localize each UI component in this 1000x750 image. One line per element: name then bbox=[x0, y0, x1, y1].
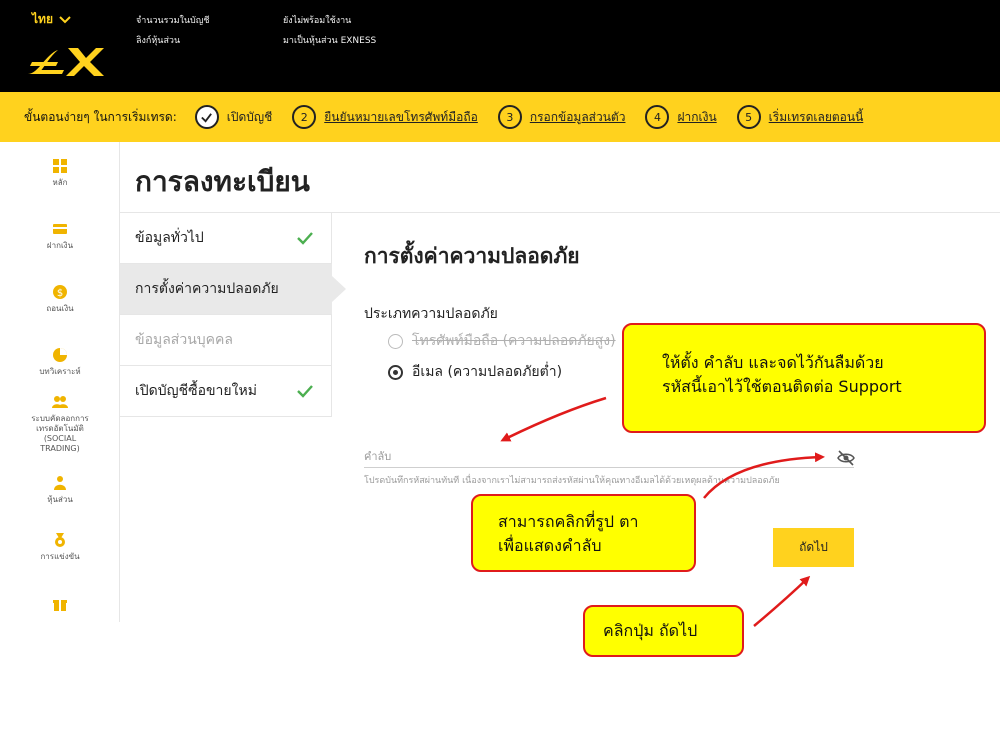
step-number: 5 bbox=[736, 105, 761, 129]
step-start-trading[interactable]: 5 เริ่มเทรดเลยตอนนี้ bbox=[736, 105, 864, 129]
submenu-general-info[interactable]: ข้อมูลทั่วไป bbox=[120, 213, 332, 264]
chevron-down-icon bbox=[59, 15, 71, 23]
step-label: กรอกข้อมูลส่วนตัว bbox=[529, 109, 626, 124]
partner-icon bbox=[54, 476, 66, 490]
step-number: 4 bbox=[645, 105, 670, 129]
step-label: ฝากเงิน bbox=[677, 109, 717, 124]
nav-item-promotions[interactable] bbox=[0, 596, 120, 616]
radio-phone-security: โทรศัพท์มือถือ (ความปลอดภัยสูง) bbox=[388, 330, 616, 352]
step-personal-info[interactable]: 3 กรอกข้อมูลส่วนตัว bbox=[497, 105, 626, 129]
header-link-partner-link[interactable]: ลิงก์หุ้นส่วน bbox=[136, 31, 210, 51]
step-label: เริ่มเทรดเลยตอนนี้ bbox=[768, 109, 864, 124]
submenu-open-trading-account[interactable]: เปิดบัญชีซื้อขายใหม่ bbox=[120, 366, 332, 417]
submenu-label: การตั้งค่าความปลอดภัย bbox=[135, 281, 279, 297]
callout-line: คลิกปุ่ม ถัดไป bbox=[603, 621, 698, 640]
nav-item-withdraw[interactable]: $ ถอนเงิน bbox=[0, 284, 120, 314]
eye-off-icon[interactable] bbox=[837, 450, 855, 466]
card-icon bbox=[53, 224, 67, 234]
security-type-label: ประเภทความปลอดภัย bbox=[364, 306, 498, 322]
nav-item-home[interactable]: หลัก bbox=[0, 158, 120, 188]
step-number: 3 bbox=[497, 105, 522, 129]
nav-label: ฝากเงิน bbox=[46, 241, 74, 250]
onboarding-steps-bar: ขั้นตอนง่ายๆ ในการเริ่มเทรด: เปิดบัญชี 2… bbox=[0, 92, 1000, 142]
nav-item-deposit[interactable]: ฝากเงิน bbox=[0, 221, 120, 251]
header-link-become-partner[interactable]: มาเป็นหุ้นส่วน EXNESS bbox=[283, 31, 376, 51]
submenu-label: ข้อมูลส่วนบุคคล bbox=[135, 332, 233, 348]
radio-circle-selected bbox=[388, 364, 403, 380]
arrow-to-next bbox=[753, 575, 811, 627]
pie-chart-icon bbox=[53, 348, 67, 362]
nav-item-partners[interactable]: หุ้นส่วน bbox=[0, 475, 120, 505]
header-links-col2: ยังไม่พร้อมใช้งาน มาเป็นหุ้นส่วน EXNESS bbox=[283, 11, 376, 51]
nav-label: บทวิเคราะห์ bbox=[39, 367, 81, 376]
nav-label: หุ้นส่วน bbox=[47, 495, 73, 504]
submenu-personal-info: ข้อมูลส่วนบุคคล bbox=[120, 315, 332, 366]
nav-label: ระบบคัดลอกการเทรดอัตโนมัติ (SOCIAL TRADI… bbox=[31, 414, 89, 453]
steps-intro: ขั้นตอนง่ายๆ ในการเริ่มเทรด: bbox=[24, 109, 177, 124]
header-link-total-balance[interactable]: จำนวนรวมในบัญชี bbox=[136, 11, 210, 31]
language-label: ไทย bbox=[32, 12, 53, 26]
language-selector[interactable]: ไทย bbox=[32, 10, 71, 29]
nav-item-social-trading[interactable]: ระบบคัดลอกการเทรดอัตโนมัติ (SOCIAL TRADI… bbox=[0, 394, 120, 454]
section-title: การตั้งค่าความปลอดภัย bbox=[364, 244, 580, 268]
people-icon bbox=[52, 396, 68, 408]
password-hint: โปรดบันทึกรหัสผ่านทันที เนื่องจากเราไม่ส… bbox=[364, 476, 780, 486]
callout-line: เพื่อแสดงคำลับ bbox=[498, 536, 602, 555]
check-icon bbox=[297, 385, 313, 398]
next-note-callout: คลิกปุ่ม ถัดไป bbox=[583, 605, 744, 657]
top-header: ไทย จำนวนรวมในบัญชี ลิงก์หุ้นส่วน ยังไม่… bbox=[0, 0, 1000, 92]
password-note-callout: ให้ตั้ง คำลับ และจดไว้กันลืมด้วย รหัสนี้… bbox=[622, 323, 986, 433]
app-root: ไทย จำนวนรวมในบัญชี ลิงก์หุ้นส่วน ยังไม่… bbox=[0, 0, 1000, 750]
step-label: เปิดบัญชี bbox=[226, 109, 273, 124]
page-title: การลงทะเบียน bbox=[135, 165, 310, 198]
check-icon bbox=[201, 112, 213, 123]
next-button[interactable]: ถัดไป bbox=[773, 528, 854, 567]
submenu-label: ข้อมูลทั่วไป bbox=[135, 230, 204, 246]
dollar-icon: $ bbox=[53, 285, 67, 299]
header-link-not-available[interactable]: ยังไม่พร้อมใช้งาน bbox=[283, 11, 376, 31]
nav-label: หลัก bbox=[52, 178, 68, 187]
svg-text:$: $ bbox=[57, 288, 63, 299]
radio-label: อีเมล (ความปลอดภัยต่ำ) bbox=[412, 364, 563, 380]
gift-icon bbox=[53, 600, 67, 611]
radio-label: โทรศัพท์มือถือ (ความปลอดภัยสูง) bbox=[412, 333, 616, 349]
step-open-account[interactable]: เปิดบัญชี bbox=[194, 105, 273, 129]
submenu-security-settings[interactable]: การตั้งค่าความปลอดภัย bbox=[120, 264, 346, 315]
callout-line: ให้ตั้ง คำลับ และจดไว้กันลืมด้วย bbox=[662, 353, 884, 372]
nav-label: การแข่งขัน bbox=[40, 552, 80, 561]
nav-item-analytics[interactable]: บทวิเคราะห์ bbox=[0, 347, 120, 377]
side-navigation: หลัก ฝากเงิน $ ถอนเงิน บทวิเคราะห์ ระบบค… bbox=[0, 142, 120, 622]
medal-icon bbox=[55, 533, 65, 547]
radio-circle bbox=[388, 333, 403, 349]
eye-note-callout: สามารถคลิกที่รูป ตา เพื่อแสดงคำลับ bbox=[471, 494, 696, 572]
nav-label: ถอนเงิน bbox=[46, 304, 74, 313]
callout-line: สามารถคลิกที่รูป ตา bbox=[498, 512, 639, 531]
exness-logo[interactable] bbox=[24, 44, 106, 78]
arrow-to-password bbox=[500, 396, 607, 442]
submenu-label: เปิดบัญชีซื้อขายใหม่ bbox=[135, 383, 257, 399]
step-deposit[interactable]: 4 ฝากเงิน bbox=[645, 105, 717, 129]
password-input[interactable] bbox=[364, 444, 854, 468]
radio-email-security[interactable]: อีเมล (ความปลอดภัยต่ำ) bbox=[388, 361, 562, 383]
step-label: ยืนยันหมายเลขโทรศัพท์มือถือ bbox=[324, 109, 478, 124]
callout-line: รหัสนี้เอาไว้ใช้ตอนติดต่อ Support bbox=[662, 377, 902, 396]
step-verify-phone[interactable]: 2 ยืนยันหมายเลขโทรศัพท์มือถือ bbox=[292, 105, 478, 129]
registration-submenu: ข้อมูลทั่วไป การตั้งค่าความปลอดภัย ข้อมู… bbox=[120, 213, 346, 417]
nav-item-contests[interactable]: การแข่งขัน bbox=[0, 532, 120, 562]
step-number: 2 bbox=[292, 105, 317, 129]
dashboard-icon bbox=[53, 159, 67, 173]
header-links-col1: จำนวนรวมในบัญชี ลิงก์หุ้นส่วน bbox=[136, 11, 210, 51]
check-icon bbox=[297, 232, 313, 245]
step-done-badge bbox=[194, 105, 219, 129]
